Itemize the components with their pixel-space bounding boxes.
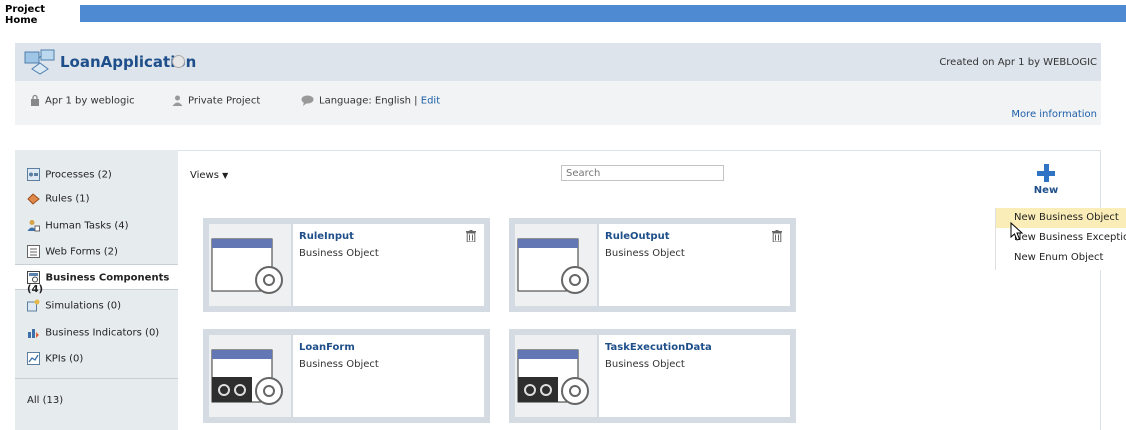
card-name[interactable]: RuleOutput: [605, 231, 790, 242]
modified-info: Apr 1 by weblogic: [30, 95, 135, 107]
globe-icon: [172, 55, 185, 68]
project-title-row: LoanApplication Created on Apr 1 by WEBL…: [15, 43, 1101, 81]
sidebar-item-simulations[interactable]: Simulations (0): [15, 293, 178, 319]
language-text: Language: English |: [319, 95, 418, 107]
card-body: TaskExecutionData Business Object: [599, 335, 790, 417]
sidebar-item-human-tasks[interactable]: Human Tasks (4): [15, 213, 178, 239]
tab-bar-strip: [80, 5, 1126, 22]
project-icon: [24, 49, 55, 75]
business-object-thumbnail: [209, 224, 291, 306]
card-type: Business Object: [299, 248, 379, 259]
tab-project-home[interactable]: Project Home: [0, 0, 80, 26]
sidebar-item-processes[interactable]: Processes (2): [15, 162, 178, 188]
web-forms-icon: [27, 245, 40, 258]
language-info: Language: English | Edit: [301, 95, 440, 107]
search-input[interactable]: [561, 165, 724, 181]
views-dropdown[interactable]: Views ▼: [190, 170, 228, 181]
card-type: Business Object: [605, 248, 685, 259]
component-card-taskexecutiondata[interactable]: TaskExecutionData Business Object: [509, 329, 796, 423]
mouse-cursor-icon: [1010, 222, 1024, 241]
category-sidebar: Processes (2) Rules (1) Human Tasks (4) …: [15, 150, 180, 430]
simulations-icon: [27, 299, 40, 312]
business-components-icon: [27, 271, 40, 284]
sidebar-item-label: Human Tasks (4): [45, 220, 129, 232]
card-body: LoanForm Business Object: [293, 335, 484, 417]
business-object-icon: [517, 349, 589, 405]
component-card-ruleinput[interactable]: RuleInput Business Object: [203, 218, 490, 312]
business-object-icon: [517, 238, 589, 294]
sidebar-item-web-forms[interactable]: Web Forms (2): [15, 239, 178, 265]
card-body: RuleInput Business Object: [293, 224, 484, 306]
component-card-ruleoutput[interactable]: RuleOutput Business Object: [509, 218, 796, 312]
business-object-icon: [211, 349, 283, 405]
sidebar-item-business-indicators[interactable]: Business Indicators (0): [15, 320, 178, 346]
processes-icon: [27, 168, 40, 181]
sidebar-item-label: Processes (2): [45, 169, 112, 181]
menu-item-new-enum-object[interactable]: New Enum Object: [996, 248, 1126, 268]
card-name[interactable]: RuleInput: [299, 231, 484, 242]
business-object-thumbnail: [209, 335, 291, 417]
user-icon: [172, 95, 183, 106]
sidebar-item-label: Business Components (4): [27, 272, 170, 296]
rules-icon: [27, 193, 40, 205]
business-object-thumbnail: [515, 335, 597, 417]
modified-text: Apr 1 by weblogic: [45, 95, 135, 107]
sidebar-item-label: Simulations (0): [45, 300, 122, 312]
card-name[interactable]: TaskExecutionData: [605, 342, 790, 353]
business-indicators-icon: [28, 329, 39, 338]
new-button[interactable]: New: [1033, 164, 1059, 196]
kpis-icon: [27, 352, 40, 365]
human-tasks-icon: [27, 220, 40, 232]
trash-icon[interactable]: [772, 230, 782, 242]
lock-icon: [31, 95, 39, 106]
project-header: LoanApplication Created on Apr 1 by WEBL…: [15, 43, 1101, 125]
component-card-loanform[interactable]: LoanForm Business Object: [203, 329, 490, 423]
card-type: Business Object: [605, 359, 685, 370]
new-label: New: [1033, 185, 1059, 196]
sidebar-item-kpis[interactable]: KPIs (0): [15, 346, 178, 372]
card-name[interactable]: LoanForm: [299, 342, 484, 353]
business-object-icon: [211, 238, 283, 294]
business-object-thumbnail: [515, 224, 597, 306]
sidebar-item-label: Web Forms (2): [45, 246, 118, 258]
sidebar-item-label: KPIs (0): [45, 353, 84, 365]
chevron-down-icon: ▼: [222, 171, 229, 180]
card-body: RuleOutput Business Object: [599, 224, 790, 306]
privacy-info: Private Project: [172, 95, 260, 107]
sidebar-divider: [15, 378, 178, 379]
sidebar-item-all[interactable]: All (13): [15, 389, 178, 415]
plus-icon: [1037, 164, 1055, 182]
sidebar-item-label: Business Indicators (0): [45, 327, 160, 339]
views-label: Views: [190, 170, 219, 181]
card-type: Business Object: [299, 359, 379, 370]
sidebar-item-rules[interactable]: Rules (1): [15, 186, 178, 212]
speech-bubble-icon: [301, 95, 314, 106]
sidebar-item-label: All (13): [27, 395, 64, 406]
more-information-link[interactable]: More information: [1011, 109, 1097, 120]
top-tab-bar: Project Home: [0, 0, 1126, 26]
sidebar-item-label: Rules (1): [45, 193, 90, 205]
sidebar-item-business-components[interactable]: Business Components (4): [15, 264, 180, 295]
edit-language-link[interactable]: Edit: [421, 96, 440, 107]
trash-icon[interactable]: [466, 230, 476, 242]
privacy-text: Private Project: [188, 95, 261, 107]
created-info: Created on Apr 1 by WEBLOGIC: [939, 57, 1097, 68]
